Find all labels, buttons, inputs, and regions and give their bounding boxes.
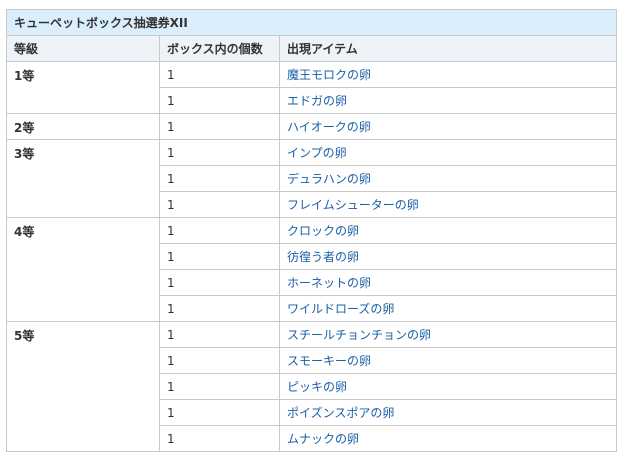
item-link[interactable]: ムナックの卵 (287, 432, 359, 446)
table-row: 4等 1 クロックの卵 (6, 217, 617, 322)
item-cell: 魔王モロクの卵 (279, 61, 617, 88)
item-cell: ムナックの卵 (279, 425, 617, 452)
count-cell: 1 (159, 347, 280, 374)
item-link[interactable]: 魔王モロクの卵 (287, 68, 371, 82)
item-link[interactable]: スモーキーの卵 (287, 354, 371, 368)
item-cell: ハイオークの卵 (279, 113, 617, 140)
header-item: 出現アイテム (279, 35, 617, 62)
item-link[interactable]: ハイオークの卵 (287, 120, 371, 134)
item-cell: インプの卵 (279, 139, 617, 166)
table-row: 5等 1 スチールチョンチョンの卵 (6, 321, 617, 452)
item-cell: スチールチョンチョンの卵 (279, 321, 617, 348)
count-cell: 1 (159, 191, 280, 218)
item-link[interactable]: デュラハンの卵 (287, 172, 371, 186)
item-cell: ピッキの卵 (279, 373, 617, 400)
item-cell: ホーネットの卵 (279, 269, 617, 296)
item-cell: フレイムシューターの卵 (279, 191, 617, 218)
count-cell: 1 (159, 243, 280, 270)
item-link[interactable]: スチールチョンチョンの卵 (287, 328, 431, 342)
rank-cell: 2等 (6, 113, 160, 140)
rank-cell: 3等 (6, 139, 160, 218)
item-cell: デュラハンの卵 (279, 165, 617, 192)
count-cell: 1 (159, 373, 280, 400)
title-row: キューペットボックス抽選券XII (6, 9, 617, 36)
count-cell: 1 (159, 321, 280, 348)
table-row: 2等 1 ハイオークの卵 (6, 113, 617, 140)
reward-table: キューペットボックス抽選券XII 等級 ボックス内の個数 出現アイテム 1等 1 魔… (6, 9, 617, 452)
table-title: キューペットボックス抽選券XII (6, 9, 617, 36)
item-link[interactable]: エドガの卵 (287, 94, 347, 108)
count-cell: 1 (159, 113, 280, 140)
count-cell: 1 (159, 139, 280, 166)
item-cell: クロックの卵 (279, 217, 617, 244)
count-cell: 1 (159, 61, 280, 88)
item-cell: ワイルドローズの卵 (279, 295, 617, 322)
count-cell: 1 (159, 269, 280, 296)
item-link[interactable]: ポイズンスポアの卵 (287, 406, 394, 420)
table-body: 1等 1 魔王モロクの卵 1 エドガの卵 2等 1 ハイオークの卵 3等 1 インプの卵 1 デュラハン… (6, 61, 617, 452)
item-link[interactable]: クロックの卵 (287, 224, 359, 238)
item-cell: ポイズンスポアの卵 (279, 399, 617, 426)
count-cell: 1 (159, 425, 280, 452)
item-cell: 彷徨う者の卵 (279, 243, 617, 270)
count-cell: 1 (159, 87, 280, 114)
item-link[interactable]: 彷徨う者の卵 (287, 250, 359, 264)
count-cell: 1 (159, 217, 280, 244)
rank-cell: 4等 (6, 217, 160, 322)
item-cell: エドガの卵 (279, 87, 617, 114)
item-link[interactable]: インプの卵 (287, 146, 347, 160)
item-cell: スモーキーの卵 (279, 347, 617, 374)
count-cell: 1 (159, 399, 280, 426)
count-cell: 1 (159, 165, 280, 192)
item-link[interactable]: フレイムシューターの卵 (287, 198, 419, 212)
item-link[interactable]: ピッキの卵 (287, 380, 347, 394)
header-rank: 等級 (6, 35, 160, 62)
table-row: 1等 1 魔王モロクの卵 (6, 61, 617, 114)
table-row: 3等 1 インプの卵 (6, 139, 617, 218)
item-link[interactable]: ワイルドローズの卵 (287, 302, 394, 316)
item-link[interactable]: ホーネットの卵 (287, 276, 371, 290)
header-count: ボックス内の個数 (159, 35, 280, 62)
count-cell: 1 (159, 295, 280, 322)
rank-cell: 1等 (6, 61, 160, 114)
rank-cell: 5等 (6, 321, 160, 452)
header-row: 等級 ボックス内の個数 出現アイテム (6, 35, 617, 62)
